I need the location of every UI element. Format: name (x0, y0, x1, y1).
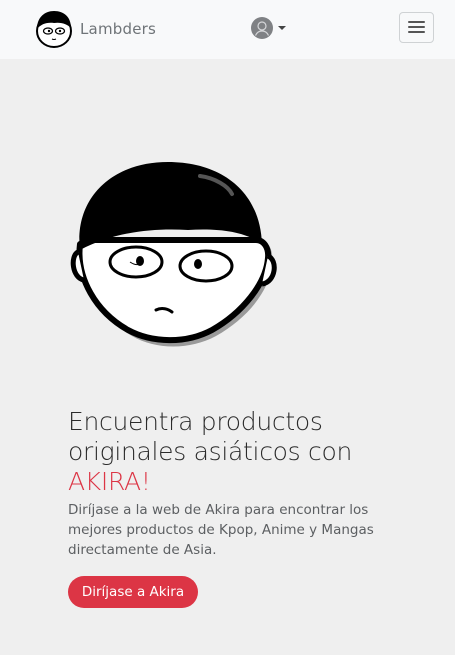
hamburger-menu-button[interactable] (399, 12, 434, 43)
brand-link[interactable]: Lambders (34, 9, 156, 49)
caret-down-icon (278, 26, 286, 30)
hero-headline-accent: AKIRA! (68, 467, 151, 496)
hero-headline-text: Encuentra productos originales asiáticos… (68, 407, 352, 466)
go-to-akira-button[interactable]: Diríjase a Akira (68, 576, 198, 608)
cartoon-boy-face-icon (70, 162, 277, 347)
user-avatar-icon (251, 17, 273, 39)
navbar: Lambders (0, 0, 455, 59)
cartoon-face-logo-icon (36, 11, 72, 48)
hamburger-menu-icon (408, 21, 425, 34)
brand-name: Lambders (80, 20, 157, 38)
hero-headline: Encuentra productos originales asiáticos… (68, 407, 398, 497)
hero-lead-text: Diríjase a la web de Akira para encontra… (68, 502, 374, 558)
user-dropdown-toggle[interactable] (251, 17, 286, 39)
